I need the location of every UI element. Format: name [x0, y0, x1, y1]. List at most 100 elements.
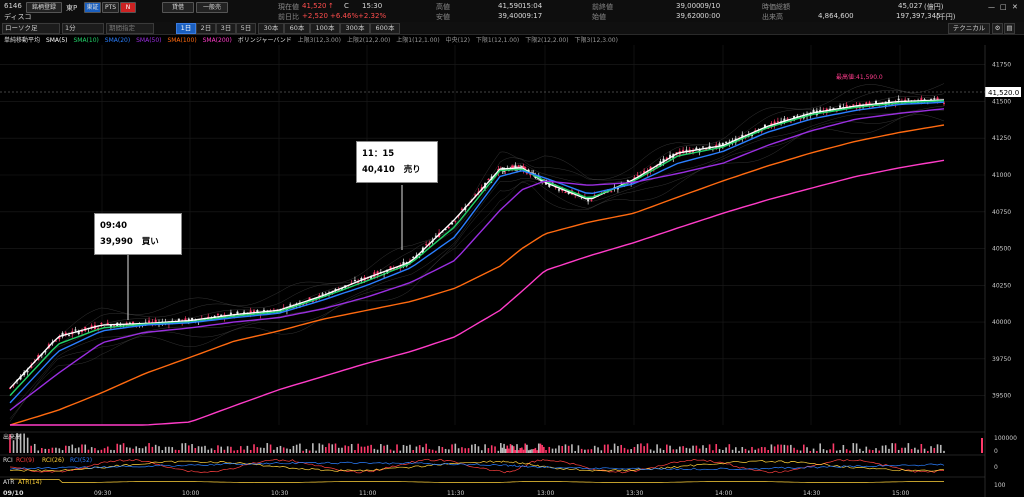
type-button[interactable]: 一般売: [196, 2, 228, 13]
volume-label: 出来高: [3, 433, 21, 441]
volume-stat-label: 出来高: [762, 13, 783, 21]
volume-bar: [888, 448, 890, 453]
volume-bar: [350, 444, 353, 453]
interval-select[interactable]: 1分: [62, 23, 104, 34]
chart-tool-icon[interactable]: ▤: [1004, 23, 1015, 34]
volume-bar: [435, 450, 437, 453]
volume-bar: [715, 444, 718, 453]
volume-bar: [799, 450, 802, 453]
market-cap-value: 45,027: [898, 2, 923, 10]
price-tick-label: 40750: [992, 209, 1011, 216]
candle-body: [564, 192, 567, 194]
minimize-icon[interactable]: —: [988, 3, 995, 11]
volume-bar: [457, 448, 460, 453]
rci-label: RCI: [3, 457, 13, 464]
time-tick-label: 15:00: [892, 490, 909, 497]
volume-bar: [653, 450, 655, 453]
volume-bar: [276, 447, 278, 453]
legend-band-mid: 中央(12): [445, 37, 470, 44]
volume-bar: [230, 446, 232, 453]
tab-2day[interactable]: 2日: [196, 23, 216, 34]
volume-bar: [659, 448, 662, 453]
volume-bar: [894, 443, 897, 453]
tab-3day[interactable]: 3日: [216, 23, 236, 34]
prev-close-date: 09/10: [700, 2, 721, 10]
period-select[interactable]: 期間指定: [106, 23, 154, 34]
volume-bar: [418, 445, 421, 453]
price-chart[interactable]: 39500 39750 40000 40250 40500 40750 41000 41250…: [0, 45, 1024, 497]
venue-tab-tse[interactable]: 東証: [84, 2, 101, 13]
time-tick-label: 11:30: [447, 490, 464, 497]
tab-30bars[interactable]: 30本: [258, 23, 284, 34]
chart-type-select[interactable]: ローソク足: [2, 23, 60, 34]
volume-bar: [543, 446, 545, 453]
candle-body: [74, 329, 77, 331]
candle-body: [636, 174, 639, 176]
volume-bar: [461, 447, 463, 453]
volume-bar: [315, 450, 317, 453]
volume-bar: [580, 448, 583, 453]
volume-bar: [144, 446, 147, 453]
candle-body: [243, 311, 246, 313]
technical-button[interactable]: テクニカル: [948, 23, 990, 34]
volume-bar: [40, 448, 43, 453]
volume-bar: [923, 448, 926, 453]
tab-5day[interactable]: 5日: [236, 23, 256, 34]
volume-bar: [939, 444, 942, 453]
candle-body: [26, 371, 29, 373]
volume-bar: [802, 444, 805, 453]
volume-bar: [30, 445, 32, 453]
gear-icon[interactable]: ⚙: [992, 23, 1003, 34]
current-price-time: 15:30: [362, 2, 383, 10]
legend-sma50: SMA(50): [136, 37, 162, 44]
volume-bar: [184, 443, 187, 453]
volume-bar: [741, 447, 744, 453]
volume-bar: [757, 448, 760, 453]
volume-bar: [490, 445, 493, 453]
candle-body: [321, 293, 324, 295]
venue-tab-pts[interactable]: PTS: [102, 2, 119, 13]
high-time: 15:04: [522, 2, 543, 10]
volume-bar: [548, 446, 551, 453]
volume-bar: [698, 448, 701, 453]
tab-100bars[interactable]: 100本: [310, 23, 340, 34]
tab-300bars[interactable]: 300本: [340, 23, 370, 34]
volume-bar: [891, 443, 894, 453]
volume-bar: [849, 450, 851, 453]
volume-bar: [194, 447, 197, 453]
volume-bar: [210, 448, 213, 453]
volume-bar: [103, 448, 106, 453]
price-tick-label: 40500: [992, 246, 1011, 253]
register-button[interactable]: 銘柄登録: [26, 2, 62, 13]
volume-bar: [633, 446, 636, 453]
volume-bar: [484, 444, 486, 453]
volume-bar: [558, 445, 560, 453]
tab-1day[interactable]: 1日: [176, 23, 196, 34]
volume-bar: [122, 443, 125, 453]
candle-body: [412, 256, 415, 258]
volume-bar: [94, 448, 96, 453]
volume-bar: [503, 443, 505, 453]
maximize-icon[interactable]: □: [1000, 3, 1007, 11]
volume-bar: [636, 444, 639, 453]
volume-bar: [431, 449, 434, 453]
price-tick-label: 41500: [992, 98, 1011, 105]
close-icon[interactable]: ✕: [1012, 3, 1018, 11]
volume-bar: [506, 445, 509, 453]
volume-bar: [305, 448, 308, 453]
volume-bar: [33, 443, 36, 453]
candle-body: [610, 191, 613, 193]
time-tick-label: 11:00: [359, 490, 376, 497]
volume-bar: [422, 447, 424, 453]
volume-bar: [519, 448, 522, 453]
volume-bar: [389, 449, 392, 453]
candle-body: [289, 304, 292, 306]
tab-600bars[interactable]: 600本: [370, 23, 400, 34]
tab-60bars[interactable]: 60本: [284, 23, 310, 34]
credit-button[interactable]: 貸借: [162, 2, 194, 13]
time-axis: 09:30 10:00 10:30 11:00 11:30 13:00 13:30 14:00…: [94, 490, 909, 497]
time-tick-label: 10:30: [271, 490, 288, 497]
candle-body: [776, 121, 779, 123]
volume-bar: [672, 449, 675, 453]
volume-bar: [511, 445, 513, 453]
